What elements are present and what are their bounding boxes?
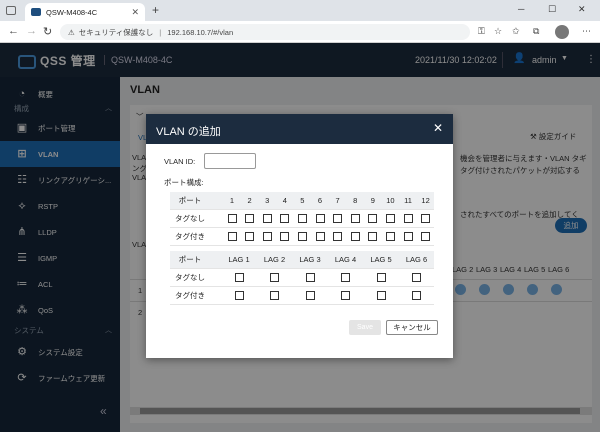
port-untagged-checkbox[interactable]: [421, 214, 431, 223]
port-tagged-row: タグ付き: [170, 228, 434, 246]
profile-avatar[interactable]: [555, 25, 569, 39]
url-field[interactable]: ⚠ セキュリティ保護なし | 192.168.10.7/#/vlan: [60, 24, 470, 40]
untagged-label: タグなし: [175, 273, 205, 282]
tab-close-icon[interactable]: ✕: [131, 7, 139, 18]
lag-label: LAG 6: [405, 255, 428, 264]
back-icon[interactable]: ←: [8, 25, 19, 37]
lag-tagged-checkbox[interactable]: [412, 291, 421, 300]
close-icon[interactable]: ✕: [433, 121, 443, 135]
url-text: 192.168.10.7/#/vlan: [167, 27, 234, 37]
port-tagged-checkbox[interactable]: [315, 232, 325, 241]
port-untagged-checkbox[interactable]: [245, 214, 255, 223]
port-tagged-checkbox[interactable]: [403, 232, 413, 241]
port-tagged-checkbox[interactable]: [350, 232, 360, 241]
key-icon[interactable]: ⚿: [478, 26, 485, 37]
port-label: 1: [229, 196, 235, 205]
port-tagged-checkbox[interactable]: [297, 232, 307, 241]
port-tagged-checkbox[interactable]: [262, 232, 272, 241]
port-untagged-checkbox[interactable]: [315, 214, 325, 223]
browser-tab[interactable]: QSW-M408-4C ✕: [25, 3, 145, 21]
port-header-label: ポート: [178, 196, 202, 205]
browser-tab-bar: QSW-M408-4C ✕ + ─ ☐ ✕: [0, 0, 600, 21]
lag-untagged-row: タグなし: [170, 269, 434, 287]
tab-title: QSW-M408-4C: [46, 7, 98, 17]
lag-tagged-checkbox[interactable]: [376, 291, 386, 300]
lag-untagged-checkbox[interactable]: [341, 273, 350, 282]
port-label: 4: [282, 196, 287, 205]
port-untagged-checkbox[interactable]: [297, 214, 307, 223]
lag-label: LAG 5: [370, 255, 392, 264]
lag-tagged-checkbox[interactable]: [305, 291, 315, 300]
port-label: 6: [317, 196, 323, 205]
lag-tagged-checkbox[interactable]: [270, 291, 279, 300]
maximize-icon[interactable]: ☐: [548, 4, 556, 15]
port-label: 11: [404, 196, 412, 205]
warning-icon: ⚠: [68, 27, 75, 37]
lag-untagged-checkbox[interactable]: [412, 273, 421, 282]
lag-tagged-row: タグ付き: [170, 287, 434, 305]
favicon-icon: [31, 8, 41, 16]
tagged-label: タグ付き: [175, 291, 205, 300]
port-label: 9: [370, 196, 375, 205]
lag-header-row: ポート LAG 1 LAG 2 LAG 3 LAG 4 LAG 5 LAG 6: [170, 251, 434, 269]
port-label: 12: [421, 196, 430, 205]
vlan-id-label: VLAN ID:: [164, 157, 196, 166]
port-label: 5: [300, 196, 305, 205]
port-config-label: ポート構成:: [164, 178, 204, 187]
port-tagged-checkbox[interactable]: [227, 232, 237, 241]
favorites-icon[interactable]: ✩: [512, 26, 520, 37]
port-untagged-checkbox[interactable]: [368, 214, 378, 223]
dialog-title: VLAN の追加: [156, 126, 221, 138]
port-untagged-row: タグなし: [170, 210, 434, 228]
save-button[interactable]: Save: [349, 320, 381, 335]
minimize-icon[interactable]: ─: [518, 4, 524, 14]
port-header-row: ポート 1 2 3 4 5 6 7 8 9 10 11 12: [170, 192, 434, 210]
port-label: 2: [247, 196, 252, 205]
port-tagged-checkbox[interactable]: [245, 232, 255, 241]
port-tagged-checkbox[interactable]: [280, 232, 290, 241]
port-untagged-checkbox[interactable]: [280, 214, 290, 223]
port-label: 3: [265, 196, 270, 205]
lag-label: LAG 4: [334, 255, 357, 264]
dialog-header: VLAN の追加 ✕: [146, 114, 453, 144]
address-bar-row: ← → ↻ ⚠ セキュリティ保護なし | 192.168.10.7/#/vlan…: [0, 21, 600, 43]
lag-label: LAG 3: [299, 255, 321, 264]
port-tagged-checkbox[interactable]: [421, 232, 431, 241]
port-tagged-checkbox[interactable]: [385, 232, 395, 241]
cancel-button[interactable]: キャンセル: [386, 320, 438, 335]
add-vlan-dialog: VLAN の追加 ✕ VLAN ID: ポート構成: ポート 1 2 3 4 5 6 7 8 9 1…: [146, 114, 453, 358]
window-close-icon[interactable]: ✕: [578, 4, 586, 15]
port-untagged-checkbox[interactable]: [227, 214, 237, 223]
port-tagged-checkbox[interactable]: [333, 232, 343, 241]
lag-untagged-checkbox[interactable]: [376, 273, 386, 282]
port-label: 8: [353, 196, 358, 205]
port-untagged-checkbox[interactable]: [403, 214, 413, 223]
untagged-label: タグなし: [175, 214, 205, 223]
browser-menu-icon[interactable]: ⋯: [582, 26, 591, 37]
port-label: 7: [335, 196, 340, 205]
new-tab-icon[interactable]: +: [152, 3, 159, 17]
reload-icon[interactable]: ↻: [43, 25, 52, 38]
port-untagged-checkbox[interactable]: [333, 214, 343, 223]
port-untagged-checkbox[interactable]: [262, 214, 272, 223]
tab-actions-icon[interactable]: [6, 6, 16, 15]
tagged-label: タグ付き: [175, 232, 205, 241]
lag-untagged-checkbox[interactable]: [234, 273, 244, 282]
port-header-label: ポート: [178, 255, 202, 264]
lag-label: LAG 2: [263, 255, 286, 264]
lag-tagged-checkbox[interactable]: [234, 291, 244, 300]
security-label: セキュリティ保護なし: [78, 27, 154, 37]
lag-tagged-checkbox[interactable]: [341, 291, 350, 300]
vlan-id-input[interactable]: [204, 153, 256, 169]
port-untagged-checkbox[interactable]: [350, 214, 360, 223]
collections-icon[interactable]: ⧉: [533, 26, 539, 37]
port-untagged-checkbox[interactable]: [385, 214, 395, 223]
favorite-star-icon[interactable]: ☆: [494, 26, 502, 37]
forward-icon[interactable]: →: [26, 25, 37, 37]
port-tagged-checkbox[interactable]: [368, 232, 378, 241]
lag-label: LAG 1: [228, 255, 250, 264]
lag-untagged-checkbox[interactable]: [270, 273, 279, 282]
lag-untagged-checkbox[interactable]: [305, 273, 315, 282]
port-label: 10: [386, 196, 395, 205]
